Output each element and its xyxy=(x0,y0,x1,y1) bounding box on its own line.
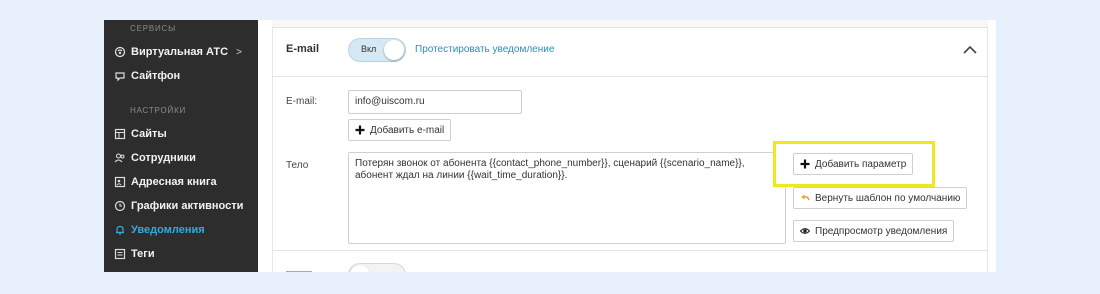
preview-notification-label: Предпросмотр уведомления xyxy=(815,225,948,237)
test-notification-link[interactable]: Протестировать уведомление xyxy=(415,44,554,55)
app-window: СЕРВИСЫ Виртуальная АТС > Сайтфон НАСТРО… xyxy=(104,20,996,272)
add-email-button[interactable]: Добавить e-mail xyxy=(348,119,452,141)
add-parameter-button[interactable]: Добавить параметр xyxy=(793,153,914,175)
virtual-ats-icon xyxy=(114,46,126,58)
sidebar-item-label: Адресная книга xyxy=(131,176,217,188)
plus-icon xyxy=(800,159,810,169)
tags-icon xyxy=(114,248,126,260)
sidebar-item-label: Графики активности xyxy=(131,200,244,212)
sidebar-item-activity-schedules[interactable]: Графики активности xyxy=(114,196,254,216)
main-content: E-mail Вкл Протестировать уведомление E-… xyxy=(258,20,996,272)
sitephone-icon xyxy=(114,70,126,82)
divider xyxy=(272,76,988,77)
sidebar-item-label: Виртуальная АТС xyxy=(131,46,229,58)
sidebar-item-virtual-ats[interactable]: Виртуальная АТС > xyxy=(114,42,254,62)
body-text-line: Потерян звонок от абонента {{contact_pho… xyxy=(355,158,745,169)
reset-template-button[interactable]: Вернуть шаблон по умолчанию xyxy=(793,187,968,209)
divider xyxy=(272,250,988,251)
body-field-label: Тело xyxy=(286,160,309,171)
address-book-icon xyxy=(114,176,126,188)
reset-template-label: Вернуть шаблон по умолчанию xyxy=(815,192,961,204)
eye-icon xyxy=(800,226,810,236)
bell-icon xyxy=(114,224,126,236)
email-input[interactable]: info@uiscom.ru xyxy=(348,90,522,114)
plus-icon xyxy=(355,125,365,135)
toggle-knob xyxy=(384,40,404,60)
chevron-up-icon[interactable] xyxy=(960,40,980,60)
add-email-label: Добавить e-mail xyxy=(370,124,445,136)
sidebar-item-address-book[interactable]: Адресная книга xyxy=(114,172,254,192)
next-section-toggle[interactable] xyxy=(348,263,406,272)
sidebar-item-tags[interactable]: Теги xyxy=(114,244,254,264)
panel-top-band xyxy=(272,20,988,28)
email-enabled-toggle[interactable]: Вкл xyxy=(348,38,406,62)
sidebar-item-label: Сайтфон xyxy=(131,70,181,82)
sidebar-item-notifications[interactable]: Уведомления xyxy=(114,220,254,240)
sidebar-section-settings: НАСТРОЙКИ xyxy=(130,106,187,115)
preview-notification-button[interactable]: Предпросмотр уведомления xyxy=(793,220,955,242)
sidebar-item-sitephone[interactable]: Сайтфон xyxy=(114,66,254,86)
email-field-label: E-mail: xyxy=(286,96,318,107)
users-icon xyxy=(114,152,126,164)
sidebar-item-label: Теги xyxy=(131,248,155,260)
next-section-label-partial xyxy=(286,266,316,272)
sidebar-section-services: СЕРВИСЫ xyxy=(130,24,176,33)
sites-icon xyxy=(114,128,126,140)
toggle-label: Вкл xyxy=(361,44,377,54)
email-section-title: E-mail xyxy=(286,43,320,55)
sidebar-item-label: Сайты xyxy=(131,128,167,140)
add-parameter-label: Добавить параметр xyxy=(815,158,907,170)
sidebar-item-label: Уведомления xyxy=(131,224,205,236)
clock-icon xyxy=(114,200,126,212)
chevron-right-icon: > xyxy=(236,46,242,58)
toggle-knob xyxy=(350,265,370,272)
body-text-line: абонент ждал на линии {{wait_time_durati… xyxy=(355,170,568,181)
sidebar: СЕРВИСЫ Виртуальная АТС > Сайтфон НАСТРО… xyxy=(104,20,258,272)
sidebar-item-label: Сотрудники xyxy=(131,152,196,164)
body-textarea[interactable]: Потерян звонок от абонента {{contact_pho… xyxy=(348,152,786,244)
sidebar-item-employees[interactable]: Сотрудники xyxy=(114,148,254,168)
sidebar-item-sites[interactable]: Сайты xyxy=(114,124,254,144)
undo-icon xyxy=(800,193,810,203)
